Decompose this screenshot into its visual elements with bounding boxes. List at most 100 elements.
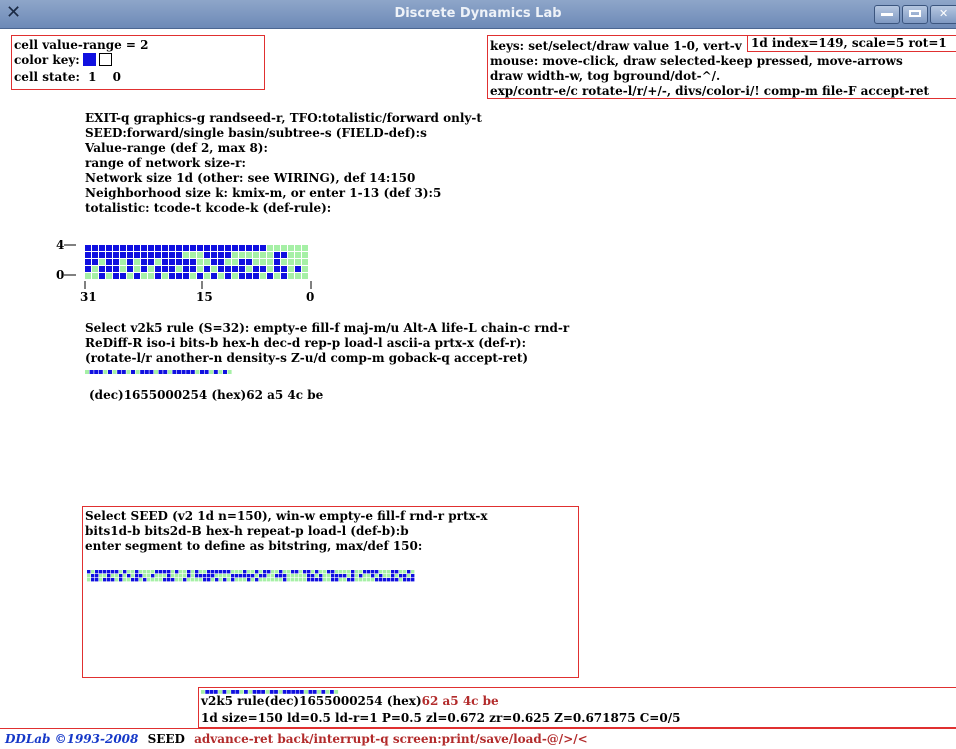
seed-bit-cell — [347, 574, 351, 578]
rule-table-cell — [176, 259, 182, 265]
seed-bit-cell — [315, 578, 319, 582]
seed-bit-cell — [215, 570, 219, 574]
seed-bit-cell — [275, 570, 279, 574]
seed-bit-cell — [383, 570, 387, 574]
seed-bit-cell — [139, 574, 143, 578]
rule-table-cell — [253, 273, 259, 279]
seed-bit-cell — [367, 570, 371, 574]
seed-bit-cell — [315, 574, 319, 578]
rule-strip-bit — [103, 370, 108, 374]
rule-table-cell — [274, 245, 280, 251]
seed-bit-cell — [403, 574, 407, 578]
rule-table-cell — [190, 245, 196, 251]
seed-bit-cell — [267, 570, 271, 574]
rule-table-cell — [141, 266, 147, 272]
rule-strip-bit — [135, 370, 140, 374]
rule-table-cell — [106, 273, 112, 279]
seed-bit-cell — [383, 574, 387, 578]
rule-table-cell — [274, 273, 280, 279]
rule-table-cell — [239, 245, 245, 251]
seed-bit-cell — [387, 574, 391, 578]
rule-table-x-label-15: 15 — [196, 290, 213, 304]
seed-bit-cell — [299, 578, 303, 582]
seed-bit-cell — [407, 574, 411, 578]
rule-strip-bit — [85, 370, 89, 374]
seed-bit-cell — [251, 570, 255, 574]
rule-table-cell — [141, 245, 147, 251]
rule-table-cell — [239, 273, 245, 279]
seed-bit-cell — [115, 578, 119, 582]
rule-table-cell — [134, 245, 140, 251]
menu1-line-4: range of network size-r: — [85, 156, 246, 170]
seed-bit-cell — [363, 570, 367, 574]
menu2-line-2: ReDiff-R iso-i bits-b hex-h dec-d rep-p … — [85, 336, 527, 350]
rule-table-cell — [155, 259, 161, 265]
seed-bit-cell — [279, 574, 283, 578]
seed-bit-cell — [383, 578, 387, 582]
seed-bit-cell — [243, 578, 247, 582]
seed-bit-cell — [343, 570, 347, 574]
seed-bit-cell — [215, 578, 219, 582]
rule-table-cell — [218, 259, 224, 265]
seed-bit-cell — [379, 578, 383, 582]
rule-table-grid[interactable] — [84, 244, 320, 282]
rule-table-cell — [295, 266, 301, 272]
seed-bit-cell — [299, 574, 303, 578]
seed-bit-cell — [171, 570, 175, 574]
seed-bit-cell — [91, 574, 95, 578]
seed-bit-cell — [255, 570, 259, 574]
rule-table-cell — [148, 273, 154, 279]
rule-table-cell — [211, 252, 217, 258]
seed-bit-cell — [187, 570, 191, 574]
rule-table-cell — [218, 252, 224, 258]
maximize-button[interactable] — [902, 5, 928, 24]
rule-table-cell — [274, 266, 280, 272]
rule-table-cell — [260, 259, 266, 265]
rule-table-cell — [225, 252, 231, 258]
seed-bit-cell — [263, 570, 267, 574]
rule-table-cell — [197, 273, 203, 279]
rule-strip-bit — [140, 370, 145, 374]
rule-strip-bit — [94, 370, 99, 374]
rule-table-cell — [162, 259, 168, 265]
seed-bit-cell — [267, 574, 271, 578]
rule-table-cell — [127, 273, 133, 279]
seed-bit-cell — [231, 570, 235, 574]
seed-bit-cell — [387, 570, 391, 574]
rule-table-cell — [302, 266, 308, 272]
seed-bit-cell — [139, 570, 143, 574]
rule-table-cell — [113, 273, 119, 279]
seed-bit-cell — [227, 578, 231, 582]
seed-bit-cell — [163, 578, 167, 582]
rule-strip-bit — [121, 370, 126, 374]
window-titlebar[interactable]: ✕ Discrete Dynamics Lab ✕ — [0, 0, 956, 29]
seed-bit-cell — [267, 578, 271, 582]
seed-bit-cell — [219, 574, 223, 578]
seed-bit-cell — [335, 570, 339, 574]
rule-table-cell — [197, 259, 203, 265]
rule-table-cell — [183, 259, 189, 265]
seed-bit-cell — [235, 570, 239, 574]
seed-bitstring-editor[interactable] — [87, 570, 417, 582]
rule-table-cell — [302, 245, 308, 251]
seed-bit-cell — [311, 578, 315, 582]
rule-table-cell — [267, 245, 273, 251]
status-rule-line: v2k5 rule(dec)1655000254 (hex)62 a5 4c b… — [201, 694, 499, 708]
seed-bit-cell — [375, 570, 379, 574]
seed-bit-cell — [351, 578, 355, 582]
minimize-button[interactable] — [874, 5, 900, 24]
cell-info-box: cell value-range = 2 color key: cell sta… — [11, 35, 265, 90]
rule-table-cell — [288, 252, 294, 258]
close-button[interactable]: ✕ — [930, 5, 956, 24]
seed-bit-cell — [335, 574, 339, 578]
rule-table-cell — [232, 252, 238, 258]
seed-bit-cell — [159, 570, 163, 574]
seed-bit-cell — [123, 570, 127, 574]
seed-bit-cell — [355, 570, 359, 574]
rule-table-cell — [260, 245, 266, 251]
rule-strip-bit — [195, 370, 200, 374]
seed-bit-cell — [371, 578, 375, 582]
rule-table-cell — [225, 259, 231, 265]
seed-bit-cell — [363, 574, 367, 578]
rule-table-cell — [204, 259, 210, 265]
